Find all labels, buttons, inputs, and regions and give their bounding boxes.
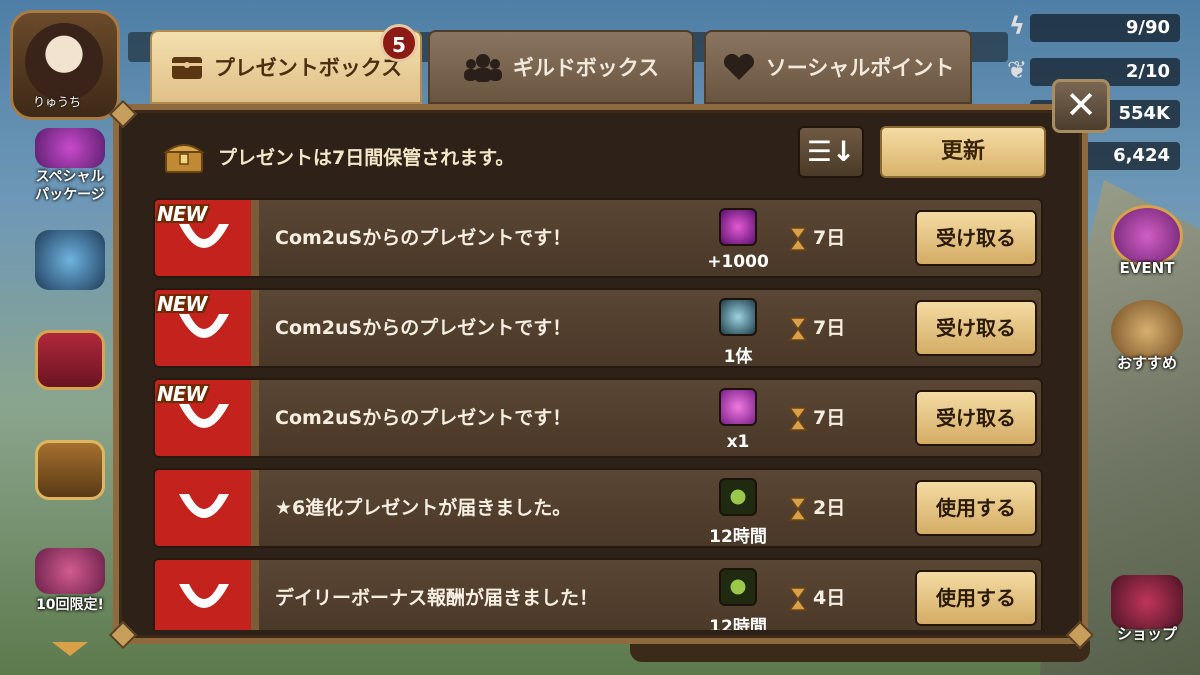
energy-icon: ϟ	[1009, 12, 1025, 40]
guild-banner-icon	[35, 330, 105, 390]
expiry-days: 7日	[813, 407, 846, 429]
summon-button[interactable]	[25, 230, 115, 290]
chest-button[interactable]	[25, 440, 115, 500]
scroll-icon	[719, 388, 757, 426]
item-quantity: 12時間	[709, 617, 767, 630]
com2us-smile-icon	[155, 560, 251, 630]
heart-icon	[723, 53, 754, 80]
present-row: ★6進化プレゼントが届きました。 12時間 2日 使用する	[153, 468, 1043, 548]
present-message: ★6進化プレゼントが届きました。	[275, 497, 572, 519]
present-list[interactable]: NEW Com2uSからのプレゼントです！ +1000 7日 受け取る NEW …	[153, 198, 1043, 630]
tab-guild-box[interactable]: ギルドボックス	[428, 30, 694, 104]
new-badge: NEW	[157, 202, 207, 226]
close-icon: ✕	[1065, 83, 1097, 127]
limited-offer-button[interactable]: 10回限定!	[25, 548, 115, 614]
item-quantity: 1体	[723, 347, 753, 367]
present-message: Com2uSからのプレゼントです！	[275, 317, 572, 339]
new-badge: NEW	[157, 292, 207, 316]
use-button[interactable]: 使用する	[915, 570, 1037, 626]
shop-button[interactable]: ショップ	[1104, 575, 1190, 644]
storage-notice: プレゼントは7日間保管されます。	[162, 136, 514, 176]
expiry-days: 7日	[813, 317, 846, 339]
hourglass-icon	[789, 587, 807, 611]
receive-button[interactable]: 受け取る	[915, 390, 1037, 446]
scroll-down-arrow-icon[interactable]	[52, 642, 88, 656]
player-avatar[interactable]: りゅうち	[10, 10, 120, 120]
expiry-days: 4日	[813, 587, 846, 609]
expiry-days: 2日	[813, 497, 846, 519]
hourglass-icon	[789, 227, 807, 251]
com2us-smile-icon: NEW	[155, 200, 251, 276]
hourglass-icon	[789, 317, 807, 341]
energy-counter[interactable]: ϟ 9/90	[1009, 12, 1180, 42]
hourglass-icon	[789, 497, 807, 521]
new-badge: NEW	[157, 382, 207, 406]
close-button[interactable]: ✕	[1052, 79, 1110, 133]
summon-portal-icon	[35, 230, 105, 290]
gift-box-icon	[1111, 205, 1183, 267]
sort-button[interactable]: ☰↓	[798, 126, 864, 178]
treasure-chest-icon	[35, 440, 105, 500]
com2us-smile-icon	[155, 470, 251, 546]
com2us-smile-icon: NEW	[155, 380, 251, 456]
present-message: デイリーボーナス報酬が届きました！	[275, 587, 599, 609]
item-quantity: 12時間	[709, 527, 767, 547]
crystal-icon	[719, 208, 757, 246]
hourglass-icon	[789, 407, 807, 431]
wing-icon: ❦	[1006, 56, 1028, 84]
shop-crystal-icon	[1111, 575, 1183, 629]
guild-button[interactable]	[25, 330, 115, 390]
com2us-smile-icon: NEW	[155, 290, 251, 366]
recommend-button[interactable]: おすすめ	[1104, 300, 1190, 373]
treasure-chest-icon	[163, 144, 205, 173]
present-message: Com2uSからのプレゼントです！	[275, 407, 572, 429]
monster-icon	[719, 298, 757, 336]
special-package-button[interactable]: スペシャル パッケージ	[25, 128, 115, 204]
item-quantity: x1	[726, 432, 750, 452]
refresh-button[interactable]: 更新	[880, 126, 1046, 178]
event-button[interactable]: EVENT	[1104, 205, 1190, 277]
expiry-days: 7日	[813, 227, 846, 249]
receive-button[interactable]: 受け取る	[915, 210, 1037, 266]
xp-booster-icon	[719, 568, 757, 606]
item-quantity: +1000	[707, 252, 769, 272]
package-icon	[35, 128, 105, 168]
present-count-badge: 5	[380, 24, 418, 62]
receive-button[interactable]: 受け取る	[915, 300, 1037, 356]
crystal-pile-icon	[35, 548, 105, 594]
avatar-portrait	[25, 23, 103, 101]
guild-members-icon	[463, 54, 502, 82]
wallet-icon	[171, 57, 202, 79]
present-row: NEW Com2uSからのプレゼントです！ x1 7日 受け取る	[153, 378, 1043, 458]
present-row: デイリーボーナス報酬が届きました！ 12時間 4日 使用する	[153, 558, 1043, 630]
tab-social-points[interactable]: ソーシャルポイント	[704, 30, 972, 104]
player-name: りゅうち	[33, 95, 82, 109]
xp-booster-icon	[719, 478, 757, 516]
present-message: Com2uSからのプレゼントです！	[275, 227, 572, 249]
present-row: NEW Com2uSからのプレゼントです！ +1000 7日 受け取る	[153, 198, 1043, 278]
sort-icon: ☰↓	[806, 135, 856, 168]
use-button[interactable]: 使用する	[915, 480, 1037, 536]
present-row: NEW Com2uSからのプレゼントです！ 1体 7日 受け取る	[153, 288, 1043, 368]
